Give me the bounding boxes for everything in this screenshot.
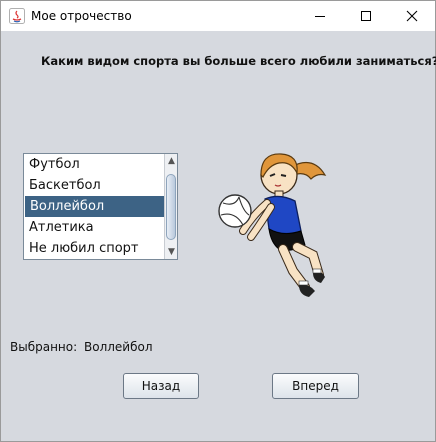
title-bar[interactable]: Мое отрочество <box>1 1 435 31</box>
volleyball-player-illustration <box>218 153 327 297</box>
scroll-down-button[interactable]: ▼ <box>165 245 177 259</box>
question-text: Каким видом спорта вы больше всего любил… <box>41 54 436 68</box>
next-button[interactable]: Вперед <box>272 373 359 399</box>
maximize-icon <box>361 11 371 21</box>
selected-value: Воллейбол <box>84 340 153 354</box>
triangle-down-icon: ▼ <box>168 247 175 257</box>
triangle-up-icon: ▲ <box>168 156 175 166</box>
back-button[interactable]: Назад <box>123 373 199 399</box>
list-item-no-sport[interactable]: Не любил спорт <box>24 238 164 259</box>
sports-list: Футбол Баскетбол Воллейбол Атлетика Не л… <box>24 154 164 259</box>
minimize-icon <box>315 16 325 17</box>
list-item-football[interactable]: Футбол <box>24 154 164 175</box>
list-item-volleyball[interactable]: Воллейбол <box>25 196 164 217</box>
close-icon <box>406 10 418 22</box>
main-window: Мое отрочество Каким видом спорта вы бол… <box>0 0 436 442</box>
sports-listbox[interactable]: Футбол Баскетбол Воллейбол Атлетика Не л… <box>23 153 178 260</box>
maximize-button[interactable] <box>343 1 389 31</box>
scrollbar-thumb[interactable] <box>166 174 176 240</box>
list-item-athletics[interactable]: Атлетика <box>24 217 164 238</box>
window-title: Мое отрочество <box>31 9 132 23</box>
list-item-basketball[interactable]: Баскетбол <box>24 175 164 196</box>
minimize-button[interactable] <box>297 1 343 31</box>
selected-label: Выбранно: <box>10 340 78 354</box>
list-scrollbar[interactable]: ▲ ▼ <box>164 154 177 259</box>
scroll-up-button[interactable]: ▲ <box>165 154 177 168</box>
close-button[interactable] <box>389 1 435 31</box>
java-app-icon <box>9 8 25 24</box>
